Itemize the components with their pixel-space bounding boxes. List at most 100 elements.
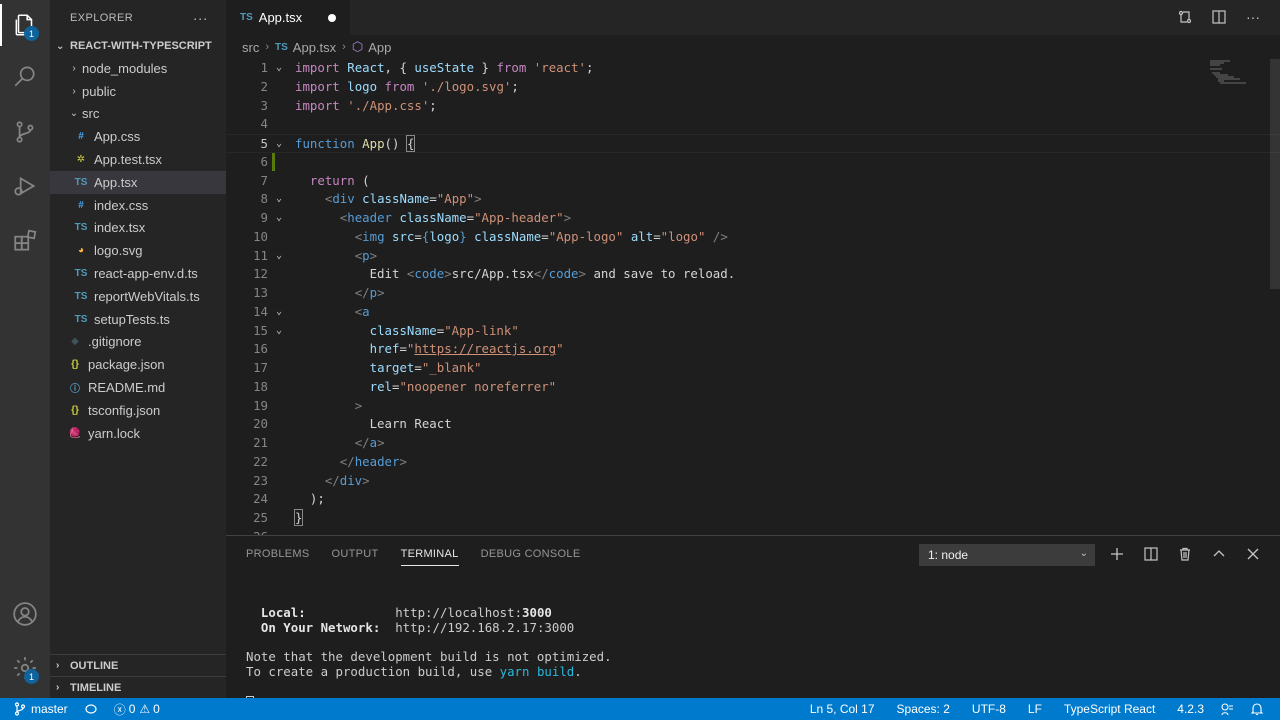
folder-item[interactable]: ⌄ src: [50, 103, 226, 126]
encoding[interactable]: UTF-8: [964, 698, 1014, 720]
file-item[interactable]: {} package.json: [50, 353, 226, 376]
fold-chevron-icon[interactable]: ⌄: [276, 59, 282, 78]
code-line[interactable]: 9 ⌄ <header className="App-header">: [226, 209, 1280, 228]
file-item[interactable]: TS App.tsx: [50, 170, 226, 194]
terminal-select[interactable]: 1: node ⌄: [919, 544, 1095, 566]
tab-app-tsx[interactable]: TS App.tsx: [226, 0, 350, 35]
explorer-title: EXPLORER: [70, 11, 134, 24]
folder-item[interactable]: › node_modules: [50, 57, 226, 80]
fold-chevron-icon[interactable]: ⌄: [276, 190, 282, 209]
tree-item-label: react-app-env.d.ts: [94, 266, 198, 282]
file-item[interactable]: ✲ App.test.tsx: [50, 148, 226, 171]
explorer-icon[interactable]: 1: [9, 9, 41, 41]
folder-item[interactable]: › public: [50, 80, 226, 103]
code-line[interactable]: 26: [226, 528, 1280, 535]
sync-item[interactable]: [76, 698, 106, 720]
settings-gear-icon[interactable]: 1: [9, 652, 41, 684]
indentation[interactable]: Spaces: 2: [889, 698, 958, 720]
account-icon[interactable]: [9, 598, 41, 630]
code-line[interactable]: 22 </header>: [226, 453, 1280, 472]
unsaved-dot-icon[interactable]: [328, 14, 336, 22]
split-terminal-icon[interactable]: [1142, 545, 1160, 563]
outline-section[interactable]: › OUTLINE: [50, 654, 226, 676]
branch-item[interactable]: master: [0, 698, 76, 720]
fold-chevron-icon[interactable]: ⌄: [276, 303, 282, 322]
line-number: 9: [260, 210, 268, 225]
breadcrumb-folder[interactable]: src: [242, 40, 259, 55]
code-line[interactable]: 2 import logo from './logo.svg';: [226, 78, 1280, 97]
tab-problems[interactable]: PROBLEMS: [246, 536, 310, 572]
code-line[interactable]: 25}: [226, 509, 1280, 528]
code-line[interactable]: 24 );: [226, 490, 1280, 509]
search-icon[interactable]: [9, 60, 41, 92]
file-item[interactable]: TS react-app-env.d.ts: [50, 262, 226, 285]
file-item[interactable]: 🧶 yarn.lock: [50, 422, 226, 445]
code-line[interactable]: 11 ⌄ <p>: [226, 247, 1280, 266]
code-line[interactable]: 3 import './App.css';: [226, 97, 1280, 116]
file-item[interactable]: TS index.tsx: [50, 217, 226, 240]
code-line[interactable]: 12 Edit <code>src/App.tsx</code> and sav…: [226, 265, 1280, 284]
prod-cmd: yarn build: [499, 664, 575, 679]
code-line[interactable]: 8 ⌄ <div className="App">: [226, 190, 1280, 209]
fold-chevron-icon[interactable]: ⌄: [276, 209, 282, 228]
tab-terminal[interactable]: TERMINAL: [400, 536, 459, 572]
more-actions-icon[interactable]: ···: [193, 10, 208, 26]
code-line[interactable]: 14 ⌄ <a: [226, 303, 1280, 322]
typescript-icon: TS: [275, 41, 288, 53]
code-line[interactable]: 4: [226, 115, 1280, 134]
code-line[interactable]: 10 <img src={logo} className="App-logo" …: [226, 228, 1280, 247]
tab-debug-console[interactable]: DEBUG CONSOLE: [481, 536, 581, 572]
code-line[interactable]: 21 </a>: [226, 434, 1280, 453]
project-folder-header[interactable]: ⌄ REACT-WITH-TYPESCRIPT: [50, 35, 226, 57]
close-panel-icon[interactable]: [1244, 545, 1262, 563]
split-editor-icon[interactable]: [1210, 8, 1228, 26]
code-line[interactable]: 19 >: [226, 397, 1280, 416]
maximize-panel-icon[interactable]: [1210, 545, 1228, 563]
file-item[interactable]: # index.css: [50, 194, 226, 217]
code-line[interactable]: 5 ⌄ function App() {: [226, 134, 1280, 153]
timeline-section[interactable]: › TIMELINE: [50, 676, 226, 698]
code-line[interactable]: 23 </div>: [226, 472, 1280, 491]
cursor-position[interactable]: Ln 5, Col 17: [802, 698, 883, 720]
fold-chevron-icon[interactable]: ⌄: [276, 322, 282, 341]
breadcrumb-symbol[interactable]: App: [368, 40, 391, 55]
line-ending[interactable]: LF: [1020, 698, 1050, 720]
language-mode[interactable]: TypeScript React: [1056, 698, 1163, 720]
code-line[interactable]: 7 return (: [226, 172, 1280, 191]
code-line[interactable]: 6: [226, 153, 1280, 172]
file-item[interactable]: ◆ .gitignore: [50, 331, 226, 354]
code-line[interactable]: 16 href="https://reactjs.org": [226, 340, 1280, 359]
file-item[interactable]: ⓘ README.md: [50, 376, 226, 399]
feedback-icon[interactable]: [1212, 698, 1242, 720]
code-line[interactable]: 18 rel="noopener noreferrer": [226, 378, 1280, 397]
code-editor[interactable]: 1 ⌄ import React, { useState } from 'react…: [226, 59, 1280, 535]
fold-chevron-icon[interactable]: ⌄: [276, 247, 282, 266]
run-debug-icon[interactable]: [9, 170, 41, 202]
editor-scrollbar[interactable]: [1270, 59, 1280, 289]
file-item[interactable]: ◕ logo.svg: [50, 239, 226, 262]
code-line[interactable]: 20 Learn React: [226, 415, 1280, 434]
branch-label: master: [31, 702, 68, 716]
ts-version[interactable]: 4.2.3: [1169, 698, 1212, 720]
terminal-prod-line: To create a production build, use yarn b…: [246, 664, 612, 679]
code-line[interactable]: 1 ⌄ import React, { useState } from 'react…: [226, 59, 1280, 78]
source-control-icon[interactable]: [9, 116, 41, 148]
file-item[interactable]: TS setupTests.ts: [50, 308, 226, 331]
breadcrumb-file[interactable]: App.tsx: [293, 40, 336, 55]
file-item[interactable]: # App.css: [50, 125, 226, 148]
more-icon[interactable]: ···: [1244, 8, 1262, 26]
file-item[interactable]: TS reportWebVitals.ts: [50, 285, 226, 308]
problems-item[interactable]: ⓧ 0 ⚠ 0: [106, 698, 168, 720]
fold-chevron-icon[interactable]: ⌄: [276, 135, 282, 154]
tab-output[interactable]: OUTPUT: [332, 536, 379, 572]
compare-changes-icon[interactable]: [1176, 8, 1194, 26]
code-line[interactable]: 17 target="_blank": [226, 359, 1280, 378]
trash-icon[interactable]: [1176, 545, 1194, 563]
notifications-bell-icon[interactable]: [1242, 698, 1272, 720]
minimap[interactable]: [1206, 59, 1266, 89]
code-line[interactable]: 13 </p>: [226, 284, 1280, 303]
new-terminal-icon[interactable]: [1108, 545, 1126, 563]
extensions-icon[interactable]: [9, 225, 41, 257]
file-item[interactable]: {} tsconfig.json: [50, 399, 226, 422]
code-line[interactable]: 15 ⌄ className="App-link": [226, 322, 1280, 341]
